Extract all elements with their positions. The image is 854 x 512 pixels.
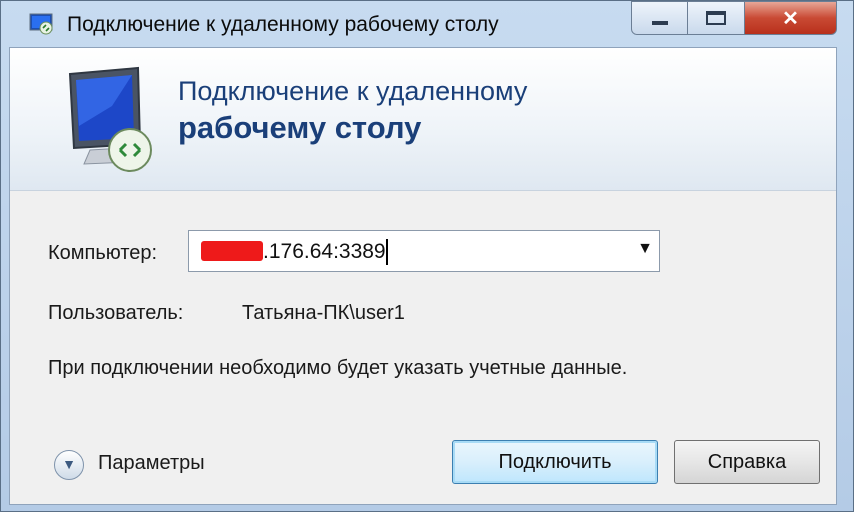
maximize-icon: [706, 11, 726, 25]
computer-input[interactable]: .176.64:3389: [263, 240, 386, 264]
expand-options-icon[interactable]: ▼: [54, 450, 84, 480]
computer-combobox[interactable]: .176.64:3389 ▼: [188, 230, 660, 272]
text-cursor: [386, 239, 388, 265]
computer-label: Компьютер:: [48, 242, 158, 264]
rdp-window: Подключение к удаленному рабочему столу …: [0, 0, 854, 512]
user-label: Пользователь:: [48, 302, 184, 324]
chevron-down-icon[interactable]: ▼: [637, 240, 653, 258]
credentials-note: При подключении необходимо будет указать…: [48, 357, 628, 379]
rdp-title-icon: [29, 13, 53, 35]
maximize-button[interactable]: [688, 1, 745, 35]
user-value: Татьяна-ПК\user1: [242, 302, 405, 324]
header-title-line2: рабочему столу: [178, 110, 422, 145]
help-button[interactable]: Справка: [674, 440, 820, 484]
dialog-header: Подключение к удаленному рабочему столу: [10, 48, 836, 191]
rdp-monitor-icon: [68, 66, 152, 172]
minimize-icon: [652, 21, 668, 25]
connect-button[interactable]: Подключить: [452, 440, 658, 484]
window-title: Подключение к удаленному рабочему столу: [67, 13, 499, 36]
redaction-mark: [201, 241, 263, 261]
options-toggle[interactable]: Параметры: [98, 452, 205, 475]
close-icon: ✕: [782, 8, 799, 30]
dialog-body: Подключение к удаленному рабочему столу …: [9, 47, 837, 505]
minimize-button[interactable]: [631, 1, 688, 35]
header-title-line1: Подключение к удаленному: [178, 76, 528, 106]
title-bar[interactable]: Подключение к удаленному рабочему столу …: [1, 1, 853, 47]
close-button[interactable]: ✕: [745, 1, 837, 35]
